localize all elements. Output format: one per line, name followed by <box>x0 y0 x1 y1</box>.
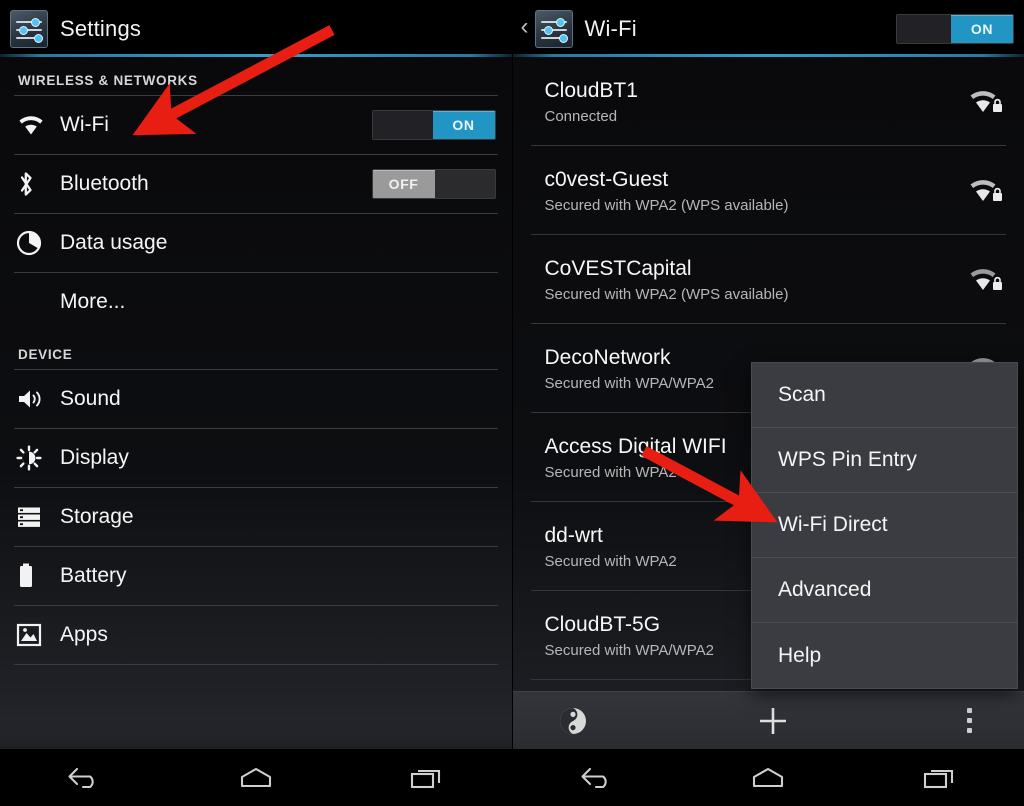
network-ssid: c0vest-Guest <box>544 168 669 192</box>
back-icon[interactable] <box>45 756 125 800</box>
network-status: Connected <box>544 107 618 125</box>
section-header-wireless: WIRELESS & NETWORKS <box>18 73 198 88</box>
wifi-master-toggle[interactable]: ON <box>896 13 1014 44</box>
toggle-state-label: ON <box>432 111 495 139</box>
menu-item-help[interactable]: Help <box>752 623 1017 688</box>
wifi-network-row[interactable]: c0vest-Guest Secured with WPA2 (WPS avai… <box>513 146 1024 234</box>
settings-row-label: Sound <box>60 387 121 410</box>
apps-icon <box>16 622 60 648</box>
settings-screen: Settings WIRELESS & NETWORKS Wi-Fi ON Bl… <box>0 0 513 806</box>
settings-list: WIRELESS & NETWORKS Wi-Fi ON Bluetooth O… <box>0 57 512 806</box>
back-chevron-icon[interactable]: ‹ <box>519 15 533 42</box>
display-icon <box>16 445 60 471</box>
system-navigation-bar-left <box>0 749 512 806</box>
network-ssid: dd-wrt <box>544 524 603 548</box>
settings-row-label: More... <box>60 290 126 313</box>
settings-sliders-icon <box>534 9 573 48</box>
page-title: Wi-Fi <box>584 15 637 41</box>
settings-row-more[interactable]: More... <box>0 273 512 331</box>
section-header-device: DEVICE <box>18 347 73 362</box>
recents-icon[interactable] <box>899 756 979 800</box>
settings-row-label: Apps <box>60 623 108 646</box>
wifi-signal-lock-icon <box>960 265 1006 295</box>
storage-icon <box>16 505 60 529</box>
add-network-icon[interactable] <box>633 692 915 749</box>
menu-item-wifi-direct[interactable]: Wi-Fi Direct <box>752 493 1017 558</box>
settings-row-label: Battery <box>60 564 127 587</box>
settings-row-data-usage[interactable]: Data usage <box>0 214 512 272</box>
bluetooth-toggle[interactable]: OFF <box>371 169 496 199</box>
page-title: Settings <box>60 15 142 41</box>
home-icon[interactable] <box>216 756 296 800</box>
toggle-state-label: OFF <box>372 170 435 198</box>
network-ssid: CloudBT-5G <box>544 613 661 637</box>
menu-item-scan[interactable]: Scan <box>752 363 1017 428</box>
settings-row-label: Display <box>60 446 129 469</box>
settings-row-sound[interactable]: Sound <box>0 370 512 428</box>
network-status: Secured with WPA2 (WPS available) <box>544 285 789 303</box>
menu-item-advanced[interactable]: Advanced <box>752 558 1017 623</box>
dual-screenshot-container: Settings WIRELESS & NETWORKS Wi-Fi ON Bl… <box>0 0 1024 806</box>
wifi-bottom-action-bar <box>512 691 1024 749</box>
wps-icon[interactable] <box>513 692 633 749</box>
network-ssid: Access Digital WIFI <box>544 435 727 459</box>
wifi-network-row[interactable]: CloudBT1 Connected <box>513 57 1024 145</box>
overflow-menu-icon[interactable] <box>914 692 1024 749</box>
wifi-icon <box>16 113 60 137</box>
settings-row-label: Bluetooth <box>60 172 149 195</box>
wifi-network-row[interactable]: CoVESTCapital Secured with WPA2 (WPS ava… <box>513 235 1024 323</box>
settings-row-battery[interactable]: Battery <box>0 547 512 605</box>
settings-row-wifi[interactable]: Wi-Fi ON <box>0 96 512 154</box>
wifi-overflow-menu: Scan WPS Pin Entry Wi-Fi Direct Advanced… <box>751 362 1018 689</box>
divider <box>14 664 498 665</box>
list-bottom-fade <box>0 729 512 749</box>
system-navigation-bar-right <box>512 749 1024 806</box>
network-status: Secured with WPA2 (WPS available) <box>544 196 789 214</box>
network-ssid: DecoNetwork <box>544 346 671 370</box>
menu-item-wps-pin-entry[interactable]: WPS Pin Entry <box>752 428 1017 493</box>
settings-row-storage[interactable]: Storage <box>0 488 512 546</box>
bluetooth-icon <box>16 170 60 198</box>
settings-row-label: Storage <box>60 505 134 528</box>
settings-row-bluetooth[interactable]: Bluetooth OFF <box>0 155 512 213</box>
wifi-signal-lock-icon <box>960 176 1006 206</box>
settings-sliders-icon <box>10 9 48 48</box>
toggle-state-label: ON <box>951 14 1013 43</box>
settings-row-label: Data usage <box>60 231 168 254</box>
home-icon[interactable] <box>728 756 808 800</box>
wifi-signal-lock-icon <box>960 87 1006 117</box>
settings-row-apps[interactable]: Apps <box>0 606 512 664</box>
network-ssid: CoVESTCapital <box>544 257 692 281</box>
wifi-action-bar: ‹ Wi-Fi ON <box>512 0 1024 57</box>
back-icon[interactable] <box>558 756 638 800</box>
data-usage-icon <box>16 230 60 256</box>
settings-action-bar: Settings <box>0 0 512 57</box>
battery-icon <box>16 562 60 590</box>
settings-row-label: Wi-Fi <box>60 113 109 136</box>
network-ssid: CloudBT1 <box>544 79 638 103</box>
recents-icon[interactable] <box>386 756 466 800</box>
wifi-toggle[interactable]: ON <box>371 110 496 140</box>
settings-row-display[interactable]: Display <box>0 429 512 487</box>
sound-icon <box>16 387 60 411</box>
